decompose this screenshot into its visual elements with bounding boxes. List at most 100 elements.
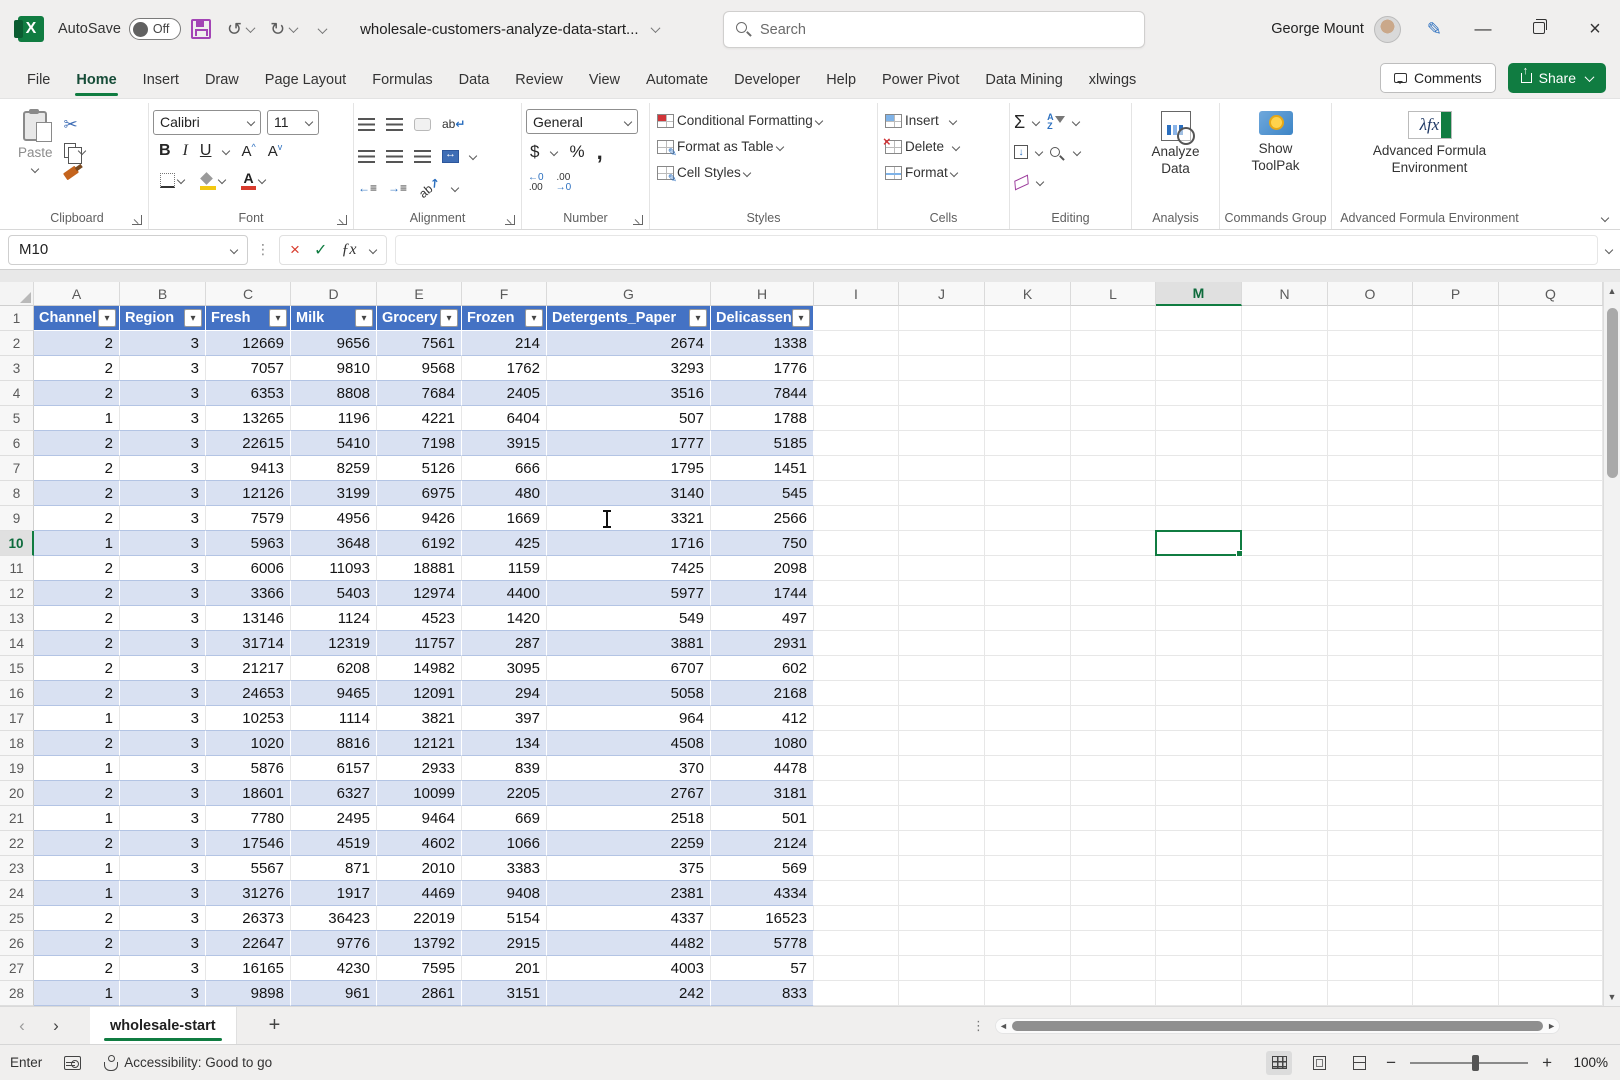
cell-J[interactable] (899, 631, 985, 656)
cell-K[interactable] (985, 531, 1071, 556)
cell-N[interactable] (1242, 506, 1328, 531)
format-cells-button[interactable]: Format (882, 163, 962, 182)
cell-N[interactable] (1242, 656, 1328, 681)
cell-F11[interactable]: 1159 (462, 556, 547, 581)
cell-M[interactable] (1156, 531, 1242, 556)
cell-O[interactable] (1328, 831, 1413, 856)
cell-J[interactable] (899, 756, 985, 781)
spreadsheet-grid[interactable]: ABCDEFGHIJKLMNOPQ 1Channel▾Region▾Fresh▾… (0, 282, 1620, 1006)
avatar[interactable] (1374, 16, 1401, 43)
cell-P[interactable] (1413, 756, 1499, 781)
cell-G7[interactable]: 1795 (547, 456, 711, 481)
cell-E27[interactable]: 7595 (377, 956, 462, 981)
cell-B14[interactable]: 3 (120, 631, 206, 656)
formula-bar-handle[interactable]: ⋮ (256, 241, 271, 258)
filter-dropdown-icon[interactable]: ▾ (525, 309, 543, 327)
document-title[interactable]: wholesale-customers-analyze-data-start..… (360, 21, 658, 38)
cell-F9[interactable]: 1669 (462, 506, 547, 531)
zoom-slider[interactable] (1410, 1062, 1528, 1064)
cell-B5[interactable]: 3 (120, 406, 206, 431)
cell-A25[interactable]: 2 (34, 906, 120, 931)
cell-G9[interactable]: 3321 (547, 506, 711, 531)
cell-E13[interactable]: 4523 (377, 606, 462, 631)
cell-O[interactable] (1328, 406, 1413, 431)
cell-F22[interactable]: 1066 (462, 831, 547, 856)
cell-G13[interactable]: 549 (547, 606, 711, 631)
cell-H24[interactable]: 4334 (711, 881, 814, 906)
cell-J[interactable] (899, 406, 985, 431)
cell-L[interactable] (1071, 981, 1156, 1006)
cell-A4[interactable]: 2 (34, 381, 120, 406)
filter-dropdown-icon[interactable]: ▾ (269, 309, 287, 327)
cell-I[interactable] (814, 856, 899, 881)
cell-E26[interactable]: 13792 (377, 931, 462, 956)
cell-E23[interactable]: 2010 (377, 856, 462, 881)
filter-dropdown-icon[interactable]: ▾ (792, 309, 810, 327)
align-bottom-button[interactable] (414, 118, 431, 131)
ribbon-tab-formulas[interactable]: Formulas (359, 64, 445, 98)
row-header-14[interactable]: 14 (0, 631, 34, 656)
cell-J[interactable] (899, 931, 985, 956)
search-input[interactable]: Search (723, 11, 1145, 48)
cell-A17[interactable]: 1 (34, 706, 120, 731)
cell-P[interactable] (1413, 331, 1499, 356)
cell-K[interactable] (985, 731, 1071, 756)
cell-M[interactable] (1156, 731, 1242, 756)
cell-G2[interactable]: 2674 (547, 331, 711, 356)
cell-Q[interactable] (1499, 556, 1603, 581)
cell-I[interactable] (814, 681, 899, 706)
cell-H22[interactable]: 2124 (711, 831, 814, 856)
cell-O[interactable] (1328, 306, 1413, 331)
cell-P[interactable] (1413, 706, 1499, 731)
cell-O[interactable] (1328, 756, 1413, 781)
clipboard-dialog-launcher[interactable] (132, 215, 142, 225)
cell-E9[interactable]: 9426 (377, 506, 462, 531)
cell-I[interactable] (814, 881, 899, 906)
cell-E2[interactable]: 7561 (377, 331, 462, 356)
cell-N[interactable] (1242, 481, 1328, 506)
cell-C6[interactable]: 22615 (206, 431, 291, 456)
cell-I[interactable] (814, 981, 899, 1006)
cell-C5[interactable]: 13265 (206, 406, 291, 431)
column-header-F[interactable]: F (462, 282, 547, 306)
cell-K[interactable] (985, 831, 1071, 856)
cell-K[interactable] (985, 806, 1071, 831)
cell-E5[interactable]: 4221 (377, 406, 462, 431)
cell-N[interactable] (1242, 681, 1328, 706)
cell-I[interactable] (814, 556, 899, 581)
cell-D13[interactable]: 1124 (291, 606, 377, 631)
close-button[interactable]: × (1580, 18, 1610, 41)
cell-Q[interactable] (1499, 656, 1603, 681)
new-sheet-button[interactable]: + (269, 1014, 281, 1037)
percent-format-button[interactable]: % (569, 142, 584, 162)
cell-J[interactable] (899, 581, 985, 606)
cell-P[interactable] (1413, 531, 1499, 556)
cell-D16[interactable]: 9465 (291, 681, 377, 706)
filter-dropdown-icon[interactable]: ▾ (440, 309, 458, 327)
cell-L[interactable] (1071, 756, 1156, 781)
cell-D25[interactable]: 36423 (291, 906, 377, 931)
cell-Q[interactable] (1499, 481, 1603, 506)
cell-N[interactable] (1242, 756, 1328, 781)
cell-M[interactable] (1156, 831, 1242, 856)
cell-P[interactable] (1413, 806, 1499, 831)
ribbon-tab-home[interactable]: Home (63, 64, 129, 98)
cell-H27[interactable]: 57 (711, 956, 814, 981)
cell-I[interactable] (814, 956, 899, 981)
customize-quick-access-button[interactable] (311, 21, 326, 38)
cell-I[interactable] (814, 581, 899, 606)
cell-K[interactable] (985, 931, 1071, 956)
cell-G24[interactable]: 2381 (547, 881, 711, 906)
cell-C23[interactable]: 5567 (206, 856, 291, 881)
cell-H26[interactable]: 5778 (711, 931, 814, 956)
decrease-indent-button[interactable]: ←≡ (358, 181, 377, 195)
cell-Q[interactable] (1499, 456, 1603, 481)
cell-D22[interactable]: 4519 (291, 831, 377, 856)
cell-N[interactable] (1242, 906, 1328, 931)
cell-L[interactable] (1071, 881, 1156, 906)
increase-decimal-button[interactable]: ←0.00 (528, 173, 544, 193)
cell-I[interactable] (814, 406, 899, 431)
cell-L[interactable] (1071, 731, 1156, 756)
conditional-formatting-button[interactable]: Conditional Formatting (654, 111, 825, 130)
cell-O[interactable] (1328, 706, 1413, 731)
